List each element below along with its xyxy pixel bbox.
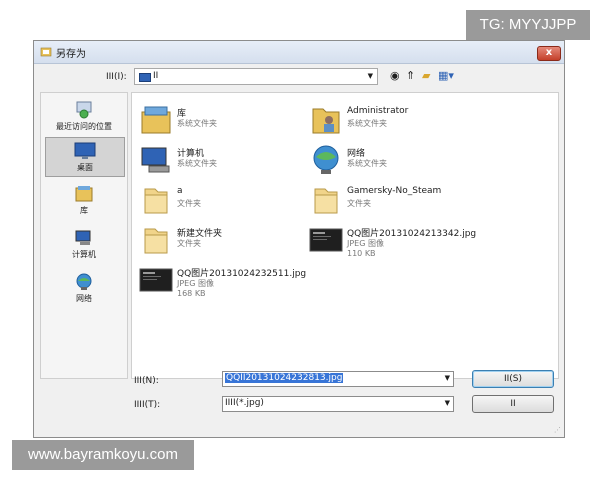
- save-button[interactable]: II(S): [472, 370, 554, 388]
- file-size: 168 KB: [177, 289, 206, 298]
- place-recent[interactable]: 最近访问的位置: [45, 97, 123, 133]
- file-item[interactable]: 计算机 系统文件夹: [139, 143, 329, 177]
- filetype-select[interactable]: IIII(*.jpg) ▼: [222, 396, 454, 412]
- libraries-icon: [141, 106, 171, 134]
- place-libraries[interactable]: 库: [45, 181, 123, 217]
- file-item[interactable]: QQ图片20131024213342.jpg JPEG 图像 110 KB: [309, 223, 499, 258]
- window-title: 另存为: [56, 49, 86, 60]
- file-type: 系统文件夹: [347, 119, 387, 128]
- title-bar: 另存为 x: [34, 41, 564, 64]
- save-in-combo[interactable]: II ▼: [134, 68, 378, 85]
- folder-icon: [144, 188, 168, 214]
- view-menu-icon[interactable]: ▦▾: [438, 69, 454, 83]
- file-item[interactable]: a 文件夹: [139, 183, 329, 217]
- new-folder-icon[interactable]: ▰: [422, 69, 430, 83]
- resize-grip-icon[interactable]: ⋰: [554, 426, 561, 434]
- file-name: Administrator: [347, 106, 409, 116]
- save-in-label: III(I):: [106, 72, 127, 82]
- user-folder-icon: [312, 108, 340, 134]
- chevron-down-icon: ▼: [367, 72, 373, 80]
- network-icon: [76, 273, 92, 290]
- filename-value: QQII20131024232813.jpg: [225, 373, 344, 383]
- up-folder-icon[interactable]: ⇑: [406, 69, 415, 83]
- folder-icon: [314, 188, 338, 214]
- file-list: 库 系统文件夹 Administrator 系统文件夹 计算机 系统文件夹 网络…: [131, 92, 559, 379]
- file-type: JPEG 图像: [177, 279, 214, 288]
- place-desktop[interactable]: 桌面: [45, 137, 125, 177]
- recent-places-icon: [76, 101, 92, 119]
- desktop-icon: [139, 73, 151, 82]
- filename-label: III(N):: [134, 376, 159, 386]
- chevron-down-icon: ▼: [444, 374, 450, 382]
- place-computer[interactable]: 计算机: [45, 225, 123, 261]
- filetype-label: IIII(T):: [134, 400, 161, 410]
- cancel-button[interactable]: II: [472, 395, 554, 413]
- file-item[interactable]: 网络 系统文件夹: [309, 143, 499, 177]
- file-item[interactable]: 新建文件夹 文件夹: [139, 223, 329, 257]
- file-type: 系统文件夹: [347, 159, 387, 168]
- place-network[interactable]: 网络: [45, 269, 123, 305]
- place-label: 计算机: [72, 250, 96, 259]
- file-name: Gamersky-No_Steam: [347, 186, 442, 196]
- image-thumbnail-icon: [139, 268, 173, 292]
- chevron-down-icon: ▼: [444, 399, 450, 407]
- filename-input[interactable]: QQII20131024232813.jpg ▼: [222, 371, 454, 387]
- place-label: 最近访问的位置: [56, 122, 112, 131]
- save-as-dialog: 另存为 x III(I): II ▼ ◉ ⇑ ▰ ▦▾ 最近访问的位置 桌面 库…: [33, 40, 565, 438]
- folder-icon: [144, 228, 168, 254]
- file-type: JPEG 图像: [347, 239, 384, 248]
- file-item[interactable]: QQ图片20131024232511.jpg JPEG 图像 168 KB: [139, 263, 329, 298]
- file-type: 文件夹: [177, 239, 201, 248]
- file-type: 文件夹: [347, 199, 371, 208]
- file-item[interactable]: Gamersky-No_Steam 文件夹: [309, 183, 499, 217]
- file-name: a: [177, 186, 183, 196]
- watermark-top: TG: MYYJJPP: [466, 10, 590, 40]
- save-dialog-icon: [40, 47, 52, 57]
- libraries-icon: [75, 186, 93, 202]
- file-item[interactable]: Administrator 系统文件夹: [309, 103, 499, 137]
- file-type: 文件夹: [177, 199, 201, 208]
- computer-icon: [75, 230, 91, 245]
- watermark-bottom: www.bayramkoyu.com: [12, 440, 194, 470]
- file-type: 系统文件夹: [177, 119, 217, 128]
- network-icon: [313, 145, 339, 174]
- place-label: 库: [80, 206, 88, 215]
- close-button[interactable]: x: [537, 46, 561, 61]
- places-bar: 最近访问的位置 桌面 库 计算机 网络: [40, 92, 128, 379]
- filetype-value: IIII(*.jpg): [225, 398, 264, 408]
- save-in-value: II: [153, 71, 159, 81]
- file-item[interactable]: 库 系统文件夹: [139, 103, 329, 137]
- back-icon[interactable]: ◉: [390, 69, 400, 83]
- desktop-icon: [74, 142, 96, 159]
- computer-icon: [141, 147, 170, 173]
- file-size: 110 KB: [347, 249, 376, 258]
- file-type: 系统文件夹: [177, 159, 217, 168]
- place-label: 网络: [76, 294, 92, 303]
- image-thumbnail-icon: [309, 228, 343, 252]
- place-label: 桌面: [77, 163, 93, 172]
